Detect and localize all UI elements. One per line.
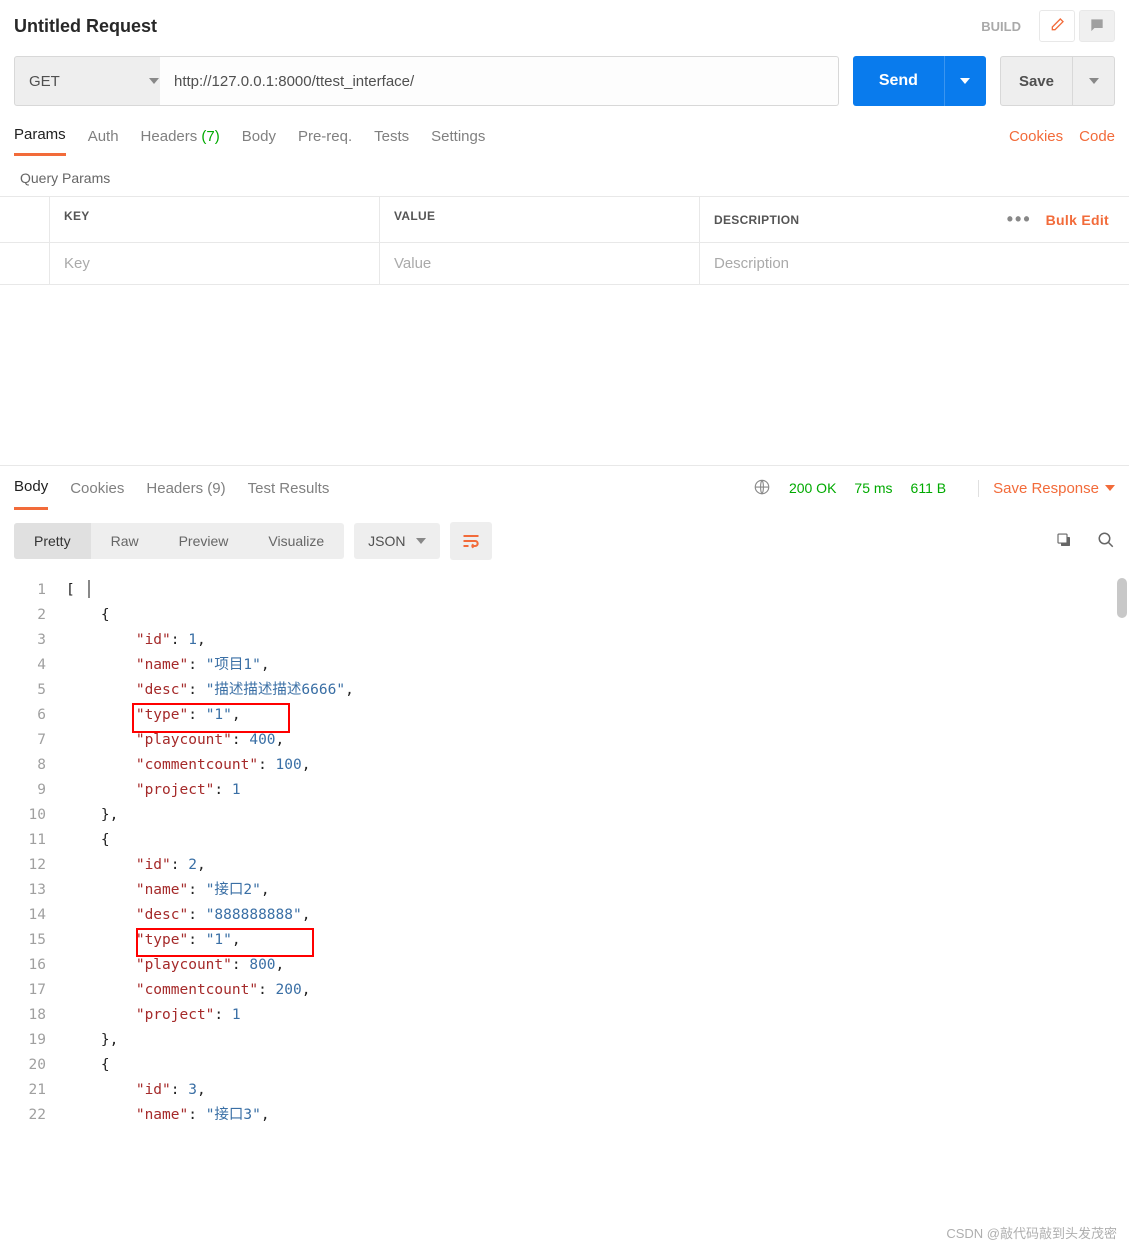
code-line: 17 "commentcount": 200,: [0, 978, 1129, 1003]
format-type-select[interactable]: JSON: [354, 523, 439, 559]
code-line: 21 "id": 3,: [0, 1078, 1129, 1103]
params-table: KEY VALUE DESCRIPTION ••• Bulk Edit Key …: [0, 196, 1129, 285]
key-input[interactable]: Key: [50, 243, 380, 284]
chevron-down-icon: [960, 78, 970, 84]
col-desc-header: DESCRIPTION: [714, 213, 799, 227]
pencil-icon: [1049, 17, 1065, 36]
tab-params[interactable]: Params: [14, 116, 66, 156]
code-line: 20 {: [0, 1053, 1129, 1078]
format-preview[interactable]: Preview: [159, 523, 249, 559]
send-button[interactable]: Send: [853, 56, 944, 106]
scrollbar[interactable]: [1117, 578, 1127, 618]
format-visualize[interactable]: Visualize: [248, 523, 344, 559]
more-options-icon[interactable]: •••: [1007, 209, 1032, 230]
col-value-header: VALUE: [380, 197, 700, 242]
tab-prereq[interactable]: Pre-req.: [298, 118, 352, 155]
chevron-down-icon: [1089, 78, 1099, 84]
resp-tab-test[interactable]: Test Results: [248, 468, 330, 509]
status-time: 75 ms: [854, 480, 892, 496]
format-pretty[interactable]: Pretty: [14, 523, 91, 559]
status-code: 200 OK: [789, 480, 836, 496]
highlight-box-2: [136, 928, 314, 957]
tab-headers-label: Headers: [141, 128, 198, 145]
col-key-header: KEY: [50, 197, 380, 242]
code-line: 13 "name": "接口2",: [0, 878, 1129, 903]
code-line: 2 {: [0, 603, 1129, 628]
edit-button[interactable]: [1039, 10, 1075, 42]
url-input[interactable]: http://127.0.0.1:8000/ttest_interface/: [160, 56, 839, 106]
resp-headers-label: Headers: [146, 480, 203, 497]
chevron-down-icon: [1105, 485, 1115, 491]
save-response-label: Save Response: [993, 480, 1099, 497]
cursor: [88, 580, 90, 598]
comment-button[interactable]: [1079, 10, 1115, 42]
bulk-edit-link[interactable]: Bulk Edit: [1046, 212, 1109, 228]
copy-icon[interactable]: [1055, 531, 1073, 552]
tab-body[interactable]: Body: [242, 118, 276, 155]
response-body[interactable]: 1[2 {3 "id": 1,4 "name": "项目1",5 "desc":…: [0, 570, 1129, 1136]
code-line: 14 "desc": "888888888",: [0, 903, 1129, 928]
chevron-down-icon: [149, 78, 159, 84]
code-line: 5 "desc": "描述描述描述6666",: [0, 678, 1129, 703]
headers-count: (7): [201, 128, 219, 145]
query-params-label: Query Params: [0, 156, 1129, 196]
highlight-box-1: [132, 703, 290, 733]
resp-tab-headers[interactable]: Headers (9): [146, 468, 225, 509]
wrap-button[interactable]: [450, 522, 492, 560]
tab-auth[interactable]: Auth: [88, 118, 119, 155]
save-response-link[interactable]: Save Response: [978, 480, 1115, 497]
send-dropdown[interactable]: [944, 56, 986, 106]
code-line: 1[: [0, 578, 1129, 603]
wrap-icon: [461, 531, 481, 551]
code-line: 9 "project": 1: [0, 778, 1129, 803]
cookies-link[interactable]: Cookies: [1009, 128, 1063, 145]
build-label[interactable]: BUILD: [981, 19, 1021, 34]
resp-tab-cookies[interactable]: Cookies: [70, 468, 124, 509]
format-type-label: JSON: [368, 533, 405, 549]
tab-settings[interactable]: Settings: [431, 118, 485, 155]
tab-tests[interactable]: Tests: [374, 118, 409, 155]
comment-icon: [1089, 17, 1105, 36]
search-icon[interactable]: [1097, 531, 1115, 552]
format-raw[interactable]: Raw: [91, 523, 159, 559]
code-line: 4 "name": "项目1",: [0, 653, 1129, 678]
code-line: 19 },: [0, 1028, 1129, 1053]
code-line: 12 "id": 2,: [0, 853, 1129, 878]
desc-input[interactable]: Description: [700, 243, 1129, 284]
code-line: 8 "commentcount": 100,: [0, 753, 1129, 778]
save-button[interactable]: Save: [1000, 56, 1073, 106]
resp-headers-count: (9): [207, 480, 225, 497]
code-line: 11 {: [0, 828, 1129, 853]
code-link[interactable]: Code: [1079, 128, 1115, 145]
value-input[interactable]: Value: [380, 243, 700, 284]
code-line: 3 "id": 1,: [0, 628, 1129, 653]
request-title[interactable]: Untitled Request: [14, 16, 981, 37]
method-select[interactable]: GET: [14, 56, 174, 106]
code-line: 10 },: [0, 803, 1129, 828]
globe-icon[interactable]: [753, 478, 771, 499]
code-line: 18 "project": 1: [0, 1003, 1129, 1028]
code-line: 22 "name": "接口3",: [0, 1103, 1129, 1128]
resp-tab-body[interactable]: Body: [14, 466, 48, 510]
chevron-down-icon: [416, 538, 426, 544]
tab-headers[interactable]: Headers (7): [141, 118, 220, 155]
watermark: CSDN @敲代码敲到头发茂密: [946, 1223, 1117, 1242]
method-label: GET: [29, 73, 60, 90]
save-dropdown[interactable]: [1073, 56, 1115, 106]
status-size: 611 B: [911, 480, 947, 496]
